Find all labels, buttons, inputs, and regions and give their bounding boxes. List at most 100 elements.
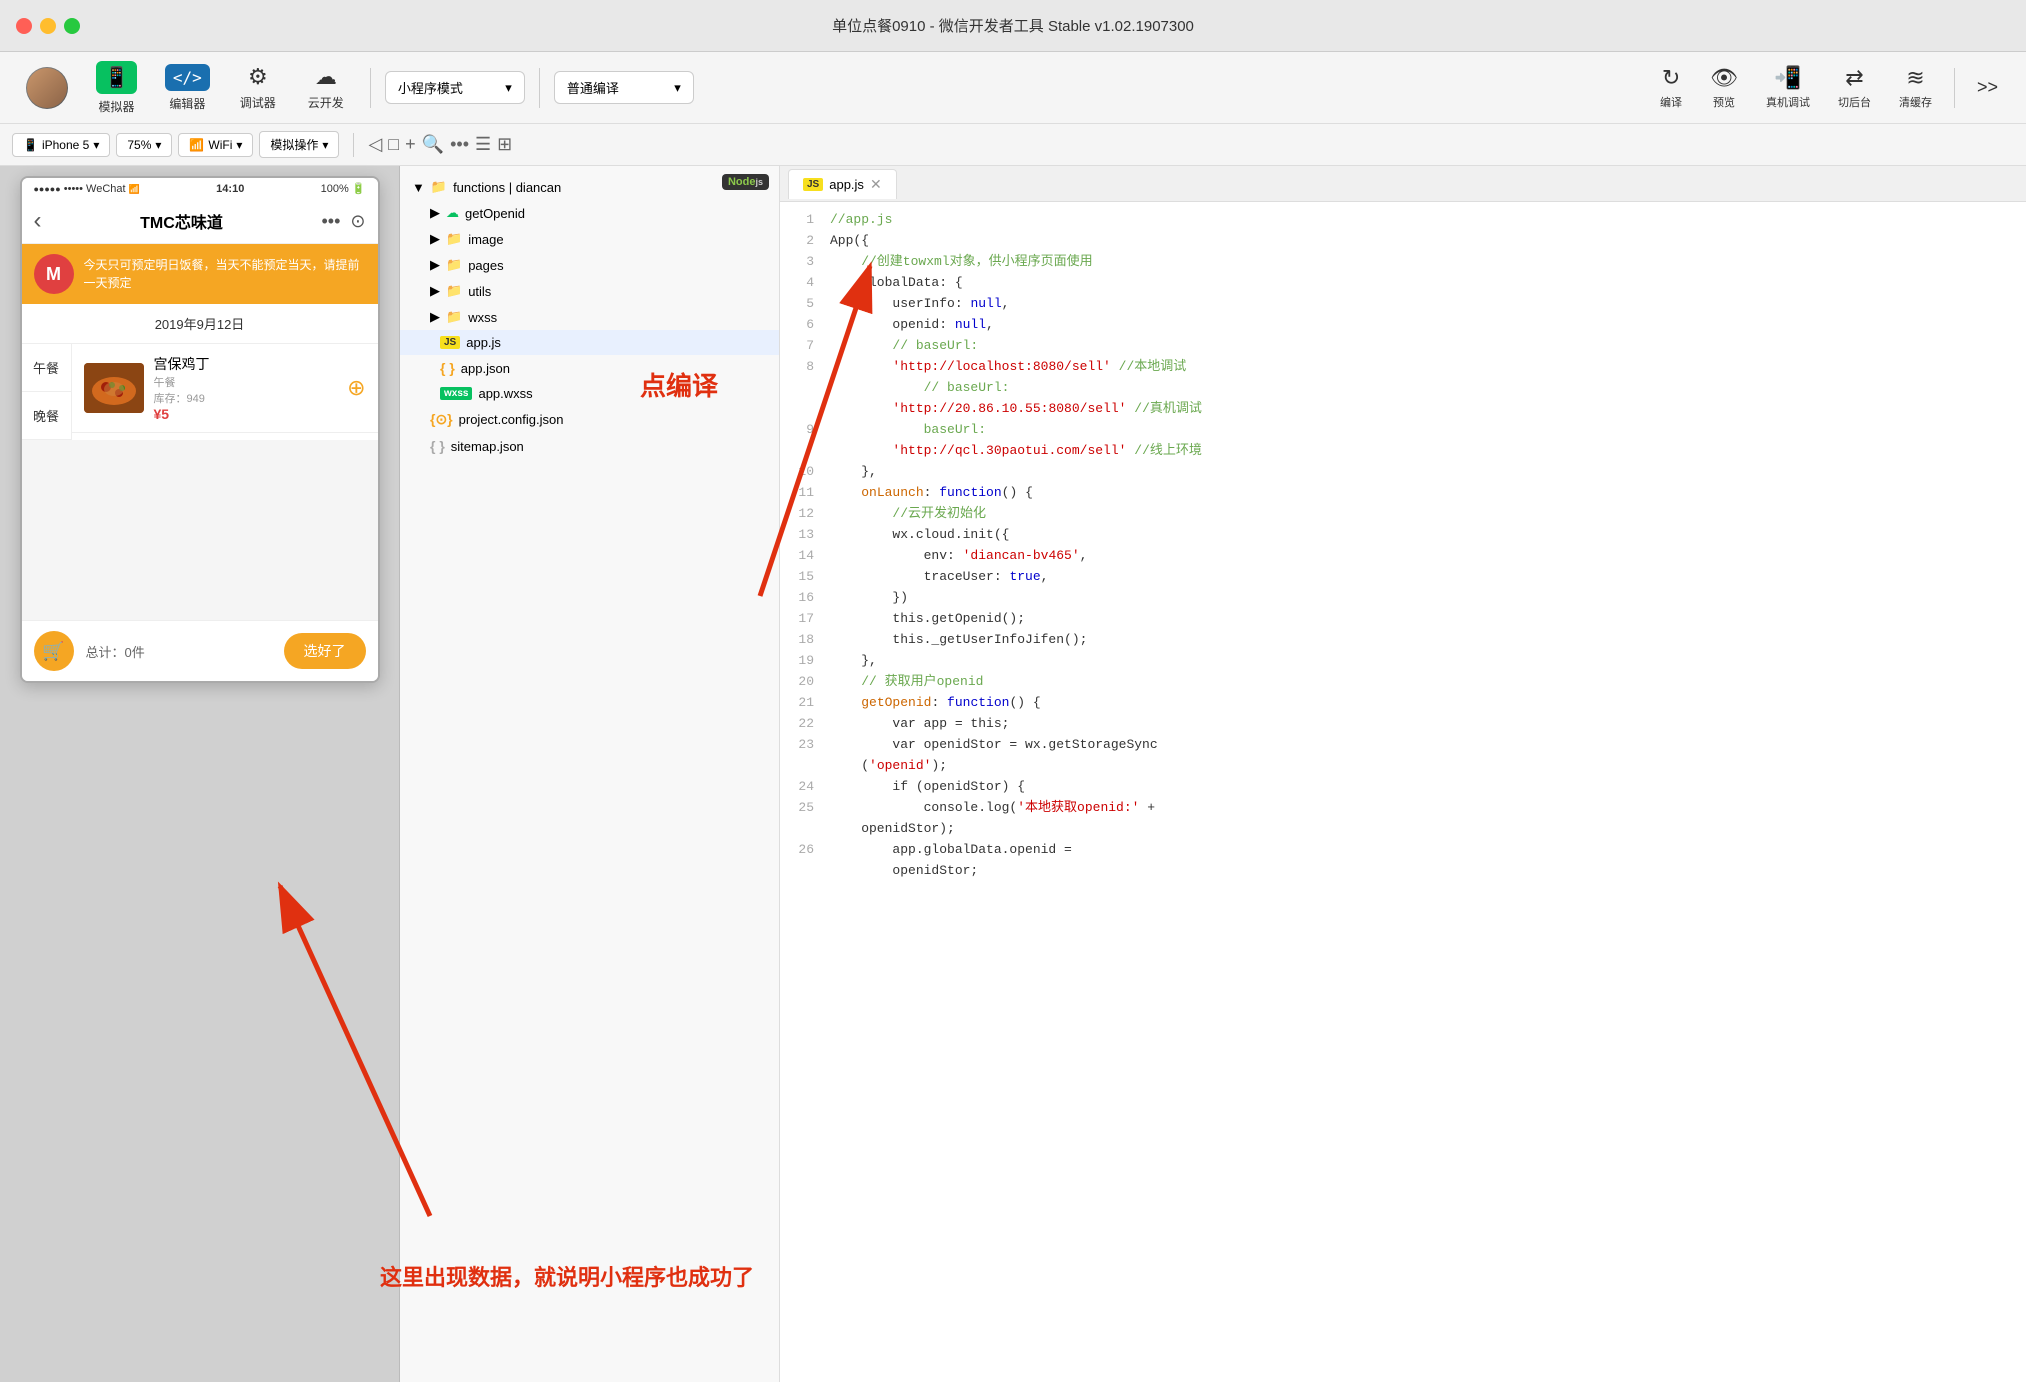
- close-tab-icon[interactable]: ✕: [870, 176, 882, 193]
- wifi-selector[interactable]: 📶 WiFi ▾: [178, 133, 253, 157]
- mode-dropdown[interactable]: 小程序模式 ▾: [385, 71, 525, 104]
- meal-items: 宫保鸡丁 午餐 库存：949 ¥5 ⊕: [72, 344, 378, 440]
- tree-item-projectconfig[interactable]: {⊙} project.config.json: [400, 406, 779, 433]
- code-tabs: JS app.js ✕: [780, 166, 2026, 202]
- tree-item-getopenid[interactable]: ▶ ☁ getOpenid: [400, 200, 779, 226]
- simulate-label: 模拟操作: [270, 136, 318, 153]
- tree-item-appjs[interactable]: JS app.js: [400, 330, 779, 355]
- tree-item-wxss[interactable]: ▶ 📁 wxss: [400, 304, 779, 330]
- preview-button[interactable]: 👁 预览: [1698, 61, 1750, 114]
- code-line-18: 18 this._getUserInfoJifen();: [780, 630, 2026, 651]
- code-line-19: 19 },: [780, 651, 2026, 672]
- minimize-button[interactable]: [40, 18, 56, 34]
- simulate-selector[interactable]: 模拟操作 ▾: [259, 131, 339, 158]
- clear-cache-button[interactable]: ≋ 清缓存: [1887, 61, 1944, 114]
- code-editor[interactable]: 1 //app.js 2 App({ 3 //创建towxml对象，供小程序页面…: [780, 202, 2026, 1382]
- code-line-13: 13 wx.cloud.init({: [780, 525, 2026, 546]
- editor-tab[interactable]: </> 编辑器: [155, 58, 220, 118]
- back-arrow[interactable]: ‹: [34, 207, 42, 235]
- more-label: >>: [1977, 77, 1998, 98]
- order-button[interactable]: 选好了: [284, 633, 366, 669]
- iphone-selector[interactable]: 📱 iPhone 5 ▾: [12, 133, 110, 157]
- code-tab-appjs[interactable]: JS app.js ✕: [788, 169, 897, 199]
- phone-panel: ●●●●● ••••• WeChat 📶 14:10 100% 🔋 ‹ TMC芯…: [0, 166, 400, 1382]
- more-button[interactable]: >>: [1965, 73, 2010, 102]
- code-line-24: 24 if (openidStor) {: [780, 777, 2026, 798]
- code-line-23b: ('openid');: [780, 756, 2026, 777]
- folder-icon-4: 📁: [446, 283, 462, 299]
- maximize-button[interactable]: [64, 18, 80, 34]
- chevron-down-icon-3: ▾: [93, 138, 99, 152]
- tree-item-utils[interactable]: ▶ 📁 utils: [400, 278, 779, 304]
- projectconfig-name: project.config.json: [459, 412, 767, 427]
- cloud-tab[interactable]: ☁ 云开发: [296, 58, 356, 117]
- tree-item-pages[interactable]: ▶ 📁 pages: [400, 252, 779, 278]
- phone-frame: ●●●●● ••••• WeChat 📶 14:10 100% 🔋 ‹ TMC芯…: [20, 176, 380, 683]
- more-dots-icon[interactable]: •••: [450, 134, 469, 155]
- toolbar-right-group: ↻ 编译 👁 预览 📲 真机调试 ⇄ 切后台 ≋ 清缓存 >>: [1648, 61, 2010, 114]
- tree-item-appwxss[interactable]: wxss app.wxss: [400, 381, 779, 406]
- code-line-8b: // baseUrl:: [780, 378, 2026, 399]
- empty-content: [22, 440, 378, 620]
- code-line-3: 3 //创建towxml对象，供小程序页面使用: [780, 252, 2026, 273]
- secondary-toolbar: 📱 iPhone 5 ▾ 75% ▾ 📶 WiFi ▾ 模拟操作 ▾ ◁ □ +…: [0, 124, 2026, 166]
- add-to-cart-icon[interactable]: ⊕: [347, 375, 365, 401]
- compile-dropdown[interactable]: 普通编译 ▾: [554, 71, 694, 104]
- play-icon[interactable]: ⊙: [350, 211, 365, 232]
- code-line-8c: 'http://20.86.10.55:8080/sell' //真机调试: [780, 399, 2026, 420]
- lunch-label: 午餐: [22, 344, 71, 392]
- square-icon[interactable]: □: [388, 134, 399, 155]
- separator-3: [1954, 68, 1955, 108]
- simulator-tab[interactable]: 📱 模拟器: [86, 55, 147, 121]
- more-dots[interactable]: •••: [321, 211, 340, 232]
- close-button[interactable]: [16, 18, 32, 34]
- switch-backend-button[interactable]: ⇄ 切后台: [1826, 61, 1883, 114]
- code-line-16: 16 }): [780, 588, 2026, 609]
- appjs-name: app.js: [466, 335, 767, 350]
- chevron-down-icon-5: ▾: [236, 138, 242, 152]
- tree-item-sitemap[interactable]: { } sitemap.json: [400, 433, 779, 459]
- real-debug-label: 真机调试: [1766, 94, 1810, 110]
- code-line-20: 20 // 获取用户openid: [780, 672, 2026, 693]
- preview-label: 预览: [1713, 94, 1735, 110]
- chevron-right-icon-3: ▶: [430, 257, 440, 273]
- clear-cache-label: 清缓存: [1899, 94, 1932, 110]
- wifi-label: WiFi: [208, 138, 232, 152]
- utils-folder-name: utils: [468, 284, 767, 299]
- window-controls[interactable]: [16, 18, 80, 34]
- real-debug-button[interactable]: 📲 真机调试: [1754, 61, 1822, 114]
- cart-total: 总计：0件: [74, 642, 284, 661]
- grid-icon[interactable]: ⊞: [497, 134, 512, 155]
- food-category: 午餐: [154, 374, 338, 390]
- chevron-down-icon-tree: ▼: [412, 180, 425, 195]
- mode-label: 小程序模式: [398, 78, 463, 97]
- back-icon[interactable]: ◁: [368, 134, 382, 155]
- debugger-tab[interactable]: ⚙ 调试器: [228, 58, 288, 117]
- cloud-func-icon: ☁: [446, 205, 459, 221]
- zoom-label: 75%: [127, 138, 151, 152]
- code-line-5: 5 userInfo: null,: [780, 294, 2026, 315]
- code-line-11: 11 onLaunch: function() {: [780, 483, 2026, 504]
- phone-footer: 🛒 总计：0件 选好了: [22, 620, 378, 681]
- chevron-down-icon-2: ▾: [674, 80, 681, 96]
- compile-button[interactable]: ↻ 编译: [1648, 61, 1694, 114]
- add-file-icon[interactable]: +: [405, 134, 416, 155]
- debugger-label: 调试器: [240, 94, 276, 111]
- js-badge: JS: [440, 336, 460, 349]
- avatar-item[interactable]: [16, 61, 78, 115]
- eye-icon: 👁: [1710, 65, 1738, 91]
- tree-item-appjson[interactable]: { } app.json: [400, 355, 779, 381]
- chevron-right-icon: ▶: [430, 205, 440, 221]
- tree-item-image[interactable]: ▶ 📁 image: [400, 226, 779, 252]
- list-icon[interactable]: ☰: [475, 134, 491, 155]
- zoom-selector[interactable]: 75% ▾: [116, 133, 172, 157]
- code-line-12: 12 //云开发初始化: [780, 504, 2026, 525]
- cloud-label: 云开发: [308, 94, 344, 111]
- search-icon[interactable]: 🔍: [422, 134, 444, 155]
- code-line-8a: 8 'http://localhost:8080/sell' //本地调试: [780, 357, 2026, 378]
- t2-sep: [353, 133, 354, 157]
- separator-2: [539, 68, 540, 108]
- cart-icon[interactable]: 🛒: [34, 631, 74, 671]
- nodejs-badge: Nodejs: [722, 174, 769, 190]
- code-line-23a: 23 var openidStor = wx.getStorageSync: [780, 735, 2026, 756]
